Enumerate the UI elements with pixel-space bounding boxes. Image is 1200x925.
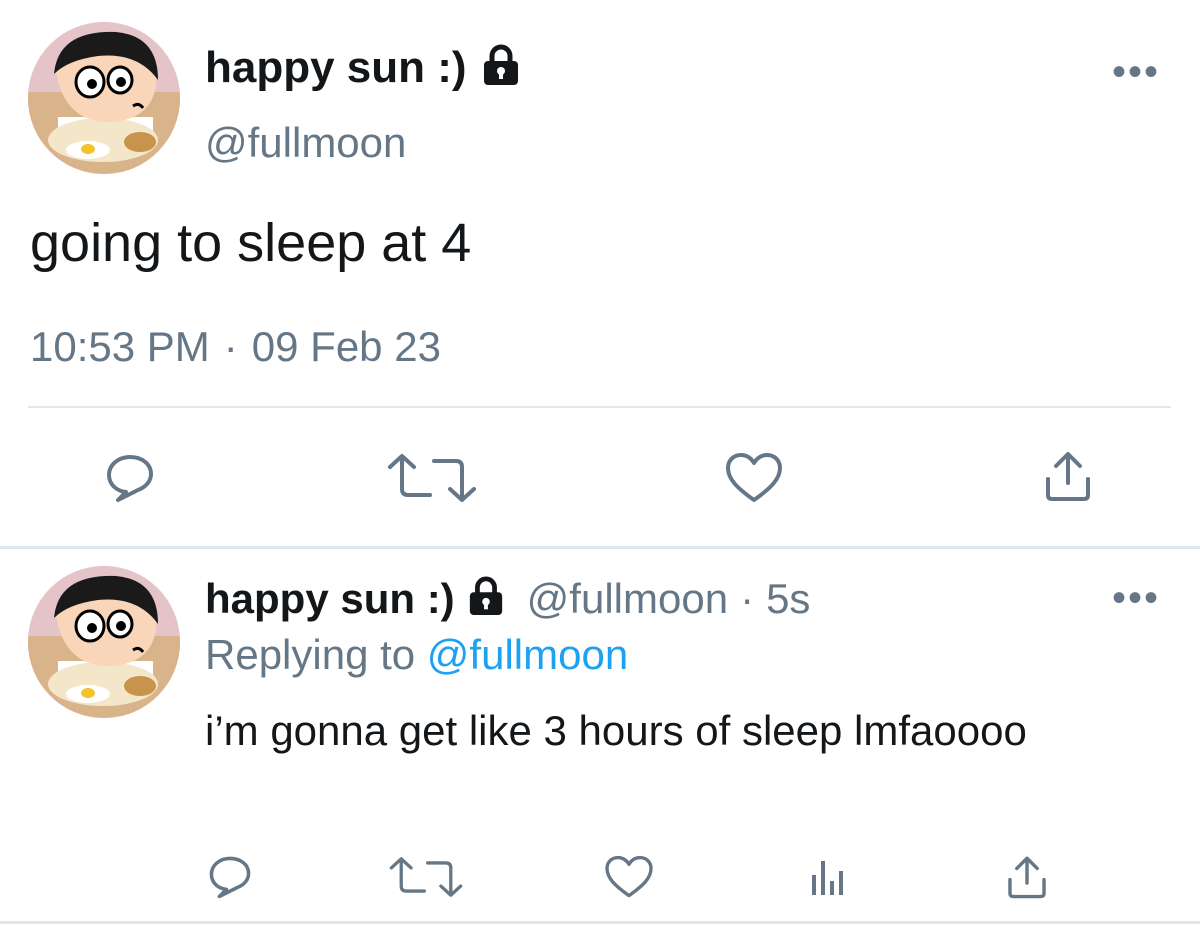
share-button[interactable] bbox=[1038, 446, 1098, 506]
analytics-button[interactable] bbox=[802, 852, 852, 902]
avatar-image bbox=[28, 22, 180, 174]
avatar[interactable] bbox=[28, 22, 180, 174]
more-options-icon[interactable]: ••• bbox=[1112, 52, 1160, 92]
like-icon bbox=[605, 855, 653, 898]
share-icon bbox=[1046, 452, 1090, 501]
user-handle[interactable]: @fullmoon bbox=[205, 122, 406, 164]
like-button[interactable] bbox=[722, 448, 786, 508]
bottom-divider bbox=[0, 921, 1200, 924]
replying-prefix: Replying to bbox=[205, 631, 416, 678]
section-divider bbox=[0, 546, 1200, 549]
display-name[interactable]: happy sun :) bbox=[205, 577, 455, 620]
share-icon bbox=[1008, 856, 1046, 899]
share-button[interactable] bbox=[1000, 850, 1054, 904]
like-icon bbox=[726, 453, 782, 502]
reply-icon bbox=[107, 455, 153, 502]
user-name-row: happy sun :) bbox=[205, 44, 521, 91]
replying-handle-link[interactable]: @fullmoon bbox=[427, 631, 628, 678]
avatar-image bbox=[28, 566, 180, 718]
avatar[interactable] bbox=[28, 566, 180, 718]
retweet-button[interactable] bbox=[386, 852, 466, 902]
tweet-text: going to sleep at 4 bbox=[30, 213, 472, 273]
user-handle[interactable]: @fullmoon bbox=[527, 577, 728, 620]
tweet-date[interactable]: 09 Feb 23 bbox=[252, 326, 441, 368]
meta-separator: · bbox=[223, 323, 238, 370]
tweet-time[interactable]: 10:53 PM bbox=[30, 326, 210, 368]
divider bbox=[28, 406, 1171, 408]
tweet-age[interactable]: 5s bbox=[766, 577, 810, 620]
reply-header: happy sun :) @fullmoon · 5s bbox=[205, 576, 810, 621]
analytics-icon bbox=[812, 861, 843, 895]
tweet-text: i’m gonna get like 3 hours of sleep lmfa… bbox=[205, 707, 1027, 754]
reply-button[interactable] bbox=[203, 850, 257, 904]
more-options-icon[interactable]: ••• bbox=[1112, 578, 1160, 618]
retweet-icon bbox=[388, 454, 476, 502]
lock-icon bbox=[481, 44, 521, 91]
reply-button[interactable] bbox=[100, 448, 160, 508]
meta-separator: · bbox=[740, 574, 755, 622]
like-button[interactable] bbox=[602, 852, 656, 902]
retweet-button[interactable] bbox=[384, 448, 480, 508]
tweet-meta: 10:53 PM · 09 Feb 23 bbox=[30, 326, 441, 368]
display-name[interactable]: happy sun :) bbox=[205, 45, 467, 90]
retweet-icon bbox=[389, 857, 463, 897]
reply-icon bbox=[209, 856, 251, 899]
lock-icon bbox=[467, 576, 505, 621]
replying-to: Replying to @fullmoon bbox=[205, 634, 628, 676]
